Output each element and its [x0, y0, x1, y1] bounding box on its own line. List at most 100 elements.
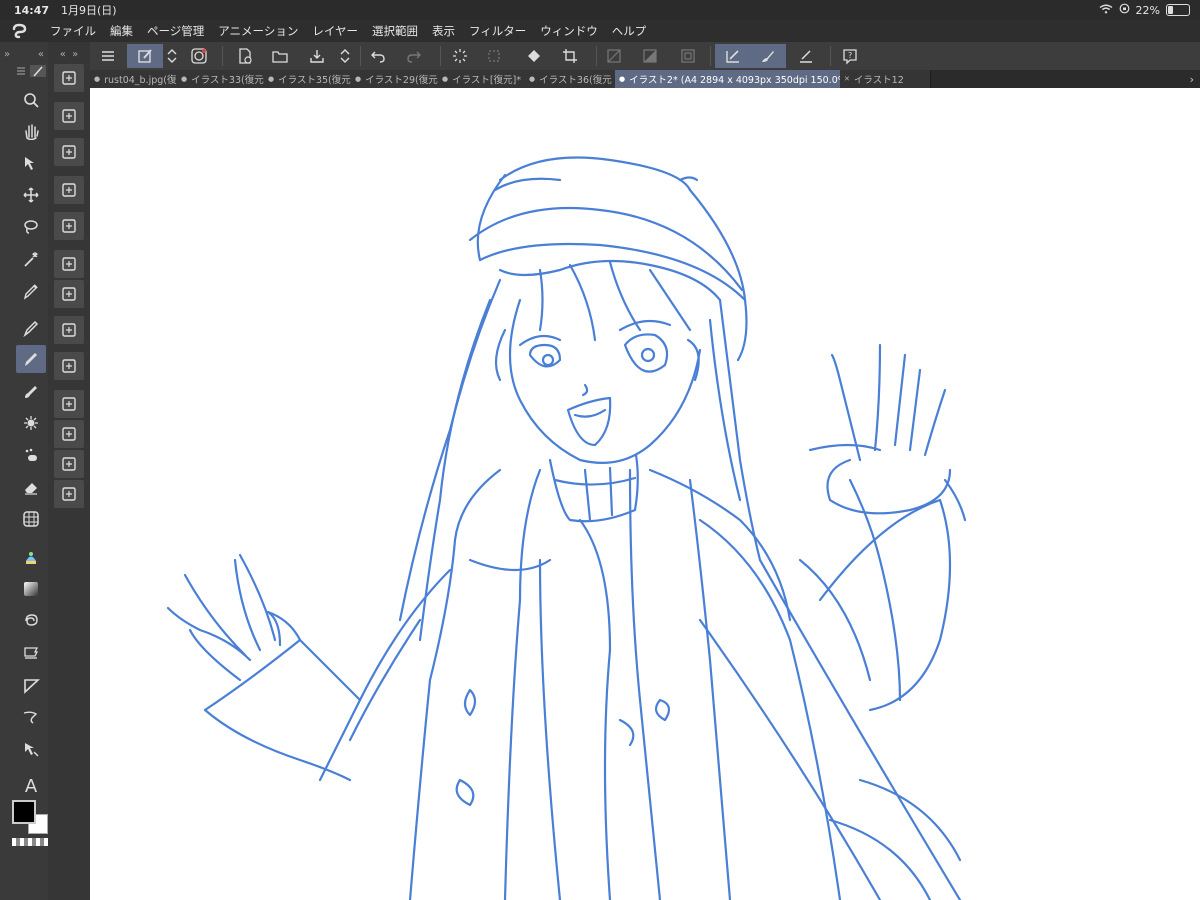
subtool-pencil-target-button[interactable]: [54, 138, 84, 166]
subtool-material-button[interactable]: [54, 480, 84, 508]
menu-layer[interactable]: レイヤー: [312, 23, 358, 39]
menu-view[interactable]: 表示: [432, 23, 455, 39]
toolbar-separator: [440, 46, 441, 66]
chevron-updown-button[interactable]: [158, 44, 186, 68]
tool-operation[interactable]: [16, 149, 46, 177]
tool-gradient[interactable]: [16, 575, 46, 603]
canvas-tab[interactable]: ● イラスト29(復元: [351, 70, 442, 88]
canvas-tab[interactable]: ● イラスト[復元]*: [438, 70, 529, 88]
invert-button[interactable]: [636, 44, 664, 68]
tool-perspective[interactable]: [16, 505, 46, 533]
figure-icon: [25, 614, 38, 626]
subtool-grid-button[interactable]: [54, 212, 84, 240]
open-folder-button[interactable]: [266, 44, 294, 68]
subtool-pencil-settings-button[interactable]: [54, 64, 84, 92]
tool-pencil[interactable]: [16, 345, 46, 373]
menu-selection[interactable]: 選択範囲: [372, 23, 418, 39]
redo-button[interactable]: [400, 44, 428, 68]
subtool-layer-search-button[interactable]: [54, 390, 84, 418]
decoration-icon: [25, 448, 37, 461]
collapse-double-left-icon[interactable]: « »: [60, 49, 79, 60]
ios-status-bar: 14:47 1月9日(日) 22%: [0, 0, 1200, 20]
subtool-figure-box-button[interactable]: [54, 250, 84, 278]
pen-snap-button[interactable]: [792, 44, 820, 68]
menu-filter[interactable]: フィルター: [469, 23, 526, 39]
tool-airbrush[interactable]: [16, 409, 46, 437]
clip-studio-icon: [191, 48, 207, 64]
help-button[interactable]: ?: [836, 44, 864, 68]
tab-close-icon[interactable]: ✕: [844, 75, 850, 83]
tool-brush[interactable]: [16, 377, 46, 405]
svg-text:?: ?: [848, 51, 852, 60]
subtool-navigator-icon: [62, 457, 76, 471]
menu-edit[interactable]: 編集: [110, 23, 133, 39]
tool-pen[interactable]: [16, 314, 46, 342]
tool-figure[interactable]: [16, 607, 46, 635]
loading-button[interactable]: [446, 44, 474, 68]
new-file-button[interactable]: [231, 44, 259, 68]
tool-correct-line[interactable]: [16, 703, 46, 731]
transparent-color-chip[interactable]: [12, 838, 48, 846]
subtool-close-box-button[interactable]: [54, 280, 84, 308]
ruler-snap-button[interactable]: [715, 44, 751, 68]
subtool-pencil-gear-icon: [62, 109, 76, 123]
undo-button[interactable]: [364, 44, 392, 68]
collapse-left-icon[interactable]: »: [4, 49, 10, 60]
outline-button[interactable]: [674, 44, 702, 68]
menu-button[interactable]: [94, 44, 122, 68]
subtool-person-button[interactable]: [54, 352, 84, 380]
tool-move[interactable]: [16, 181, 46, 209]
tool-fill[interactable]: [16, 543, 46, 571]
tool-object[interactable]: [16, 735, 46, 763]
tab-dot-icon: ●: [619, 75, 626, 83]
collapse-right-icon[interactable]: «: [38, 49, 44, 60]
tool-lasso[interactable]: [16, 213, 46, 241]
tool-palette-menu[interactable]: [14, 62, 48, 80]
subtool-layer-button[interactable]: [54, 176, 84, 204]
menu-page-management[interactable]: ページ管理: [147, 23, 204, 39]
drawing-canvas[interactable]: [90, 88, 1200, 900]
subtool-pencil-gear-button[interactable]: [54, 102, 84, 130]
fill-icon: [26, 552, 36, 564]
clip-studio-logo-icon[interactable]: [0, 20, 40, 42]
chevron-updown-button[interactable]: [331, 44, 359, 68]
chevron-right-icon[interactable]: ›: [1190, 70, 1194, 88]
canvas-tab[interactable]: ● rust04_b.jpg(復: [90, 70, 181, 88]
tool-frame[interactable]: [16, 639, 46, 667]
subtool-navigator-button[interactable]: [54, 450, 84, 478]
select-clear-icon: [488, 50, 500, 62]
tool-ruler[interactable]: [16, 671, 46, 699]
toolbar-separator: [360, 46, 361, 66]
canvas-tab[interactable]: ✕ イラスト12: [840, 70, 931, 88]
canvas-tab-label: イラスト12: [853, 75, 904, 86]
subtool-import-button[interactable]: [54, 316, 84, 344]
mask-button[interactable]: [600, 44, 628, 68]
fill-bucket-icon: [528, 50, 540, 62]
save-button[interactable]: [303, 44, 331, 68]
menu-animation[interactable]: アニメーション: [218, 23, 298, 39]
crop-button[interactable]: [556, 44, 584, 68]
main-color-chip[interactable]: [12, 800, 36, 824]
canvas-tab[interactable]: ● イラスト33(復元: [177, 70, 268, 88]
subtool-figure-box-icon: [62, 257, 76, 271]
canvas-tab[interactable]: ● イラスト36(復元: [525, 70, 619, 88]
menu-window[interactable]: ウィンドウ: [540, 23, 598, 39]
tool-eraser[interactable]: [16, 473, 46, 501]
fill-bucket-button[interactable]: [520, 44, 548, 68]
select-clear-button[interactable]: [480, 44, 508, 68]
brush-snap-button[interactable]: [750, 44, 786, 68]
tool-decoration[interactable]: [16, 441, 46, 469]
subtool-layers-button[interactable]: [54, 420, 84, 448]
canvas-tab[interactable]: ● イラスト35(復元: [264, 70, 355, 88]
color-indicator[interactable]: [12, 800, 50, 836]
tool-magic-wand[interactable]: [16, 245, 46, 273]
menu-file[interactable]: ファイル: [50, 23, 96, 39]
tool-hand[interactable]: [16, 117, 46, 145]
tool-zoom[interactable]: [16, 86, 46, 114]
tool-eyedropper[interactable]: [16, 277, 46, 305]
toolbar-separator: [222, 46, 223, 66]
canvas-tab-active[interactable]: ● イラスト2* (A4 2894 x 4093px 350dpi 150.0%): [615, 70, 844, 88]
menu-help[interactable]: ヘルプ: [612, 23, 647, 39]
clip-studio-button[interactable]: [185, 44, 213, 68]
tool-text[interactable]: A: [16, 772, 46, 800]
